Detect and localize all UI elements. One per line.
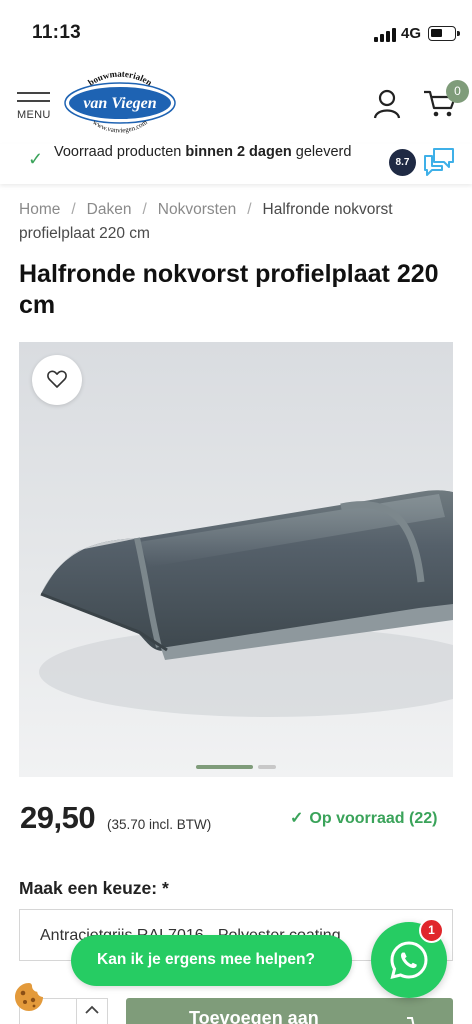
battery-icon [428,26,460,41]
menu-button[interactable]: MENU [17,92,51,124]
variant-label: Maak een keuze: * [19,878,169,898]
chat-prompt-text: Kan ik je ergens mee helpen? [97,951,315,968]
image-pager [19,765,453,769]
add-to-cart-button[interactable]: Toevoegen aan [126,998,453,1024]
pager-dot-active[interactable] [196,765,253,769]
breadcrumb-home[interactable]: Home [19,201,60,218]
ridge-cap-image [19,342,453,777]
rating-badge[interactable]: 8.7 [389,149,416,176]
signal-icon [374,28,398,42]
wishlist-button[interactable] [32,355,82,405]
price-incl-vat: (35.70 incl. BTW) [107,817,212,832]
logo-name: van Viegen [83,95,156,112]
breadcrumb: Home / Daken / Nokvorsten / Halfronde nokvorst… [19,201,393,242]
whatsapp-icon [390,941,428,980]
breadcrumb-daken[interactable]: Daken [87,201,132,218]
menu-label: MENU [17,109,51,121]
network-label: 4G [401,25,422,42]
status-time: 11:13 [32,22,82,43]
pager-dot[interactable] [258,765,276,769]
add-to-cart-label: Toevoegen aan [189,1008,319,1024]
product-image[interactable] [19,342,453,777]
user-icon[interactable] [371,88,403,120]
cart-count-badge: 0 [446,80,469,103]
cookie-icon[interactable] [12,980,46,1014]
stock-text: Op voorraad (22) [309,810,438,827]
price: 29,50 [20,800,96,835]
hamburger-icon [17,92,50,94]
logo[interactable]: bouwmaterialen van Viegen www.vanviegen.… [64,62,176,144]
chevron-up-icon[interactable] [84,1005,100,1015]
heart-icon [47,370,67,388]
page-title: Halfronde nokvorst profielplaat 220 cm [19,260,439,319]
check-icon: ✓ [290,810,304,827]
site-header: MENU bouwmaterialen van Viegen www.vanvi… [0,62,472,144]
stock-status: ✓ Op voorraad (22) [290,808,437,828]
check-icon: ✓ [28,149,44,169]
usp-text: Voorraad producten binnen 2 dagen geleve… [54,144,352,160]
usp-bar: ✓ Voorraad producten binnen 2 dagen gele… [0,144,472,184]
cart-icon [407,1017,415,1024]
chat-prompt-bubble[interactable]: Kan ik je ergens mee helpen? [71,935,352,986]
breadcrumb-nokvorsten[interactable]: Nokvorsten [158,201,236,218]
status-bar: 11:13 4G [0,0,472,62]
review-icon[interactable] [422,146,456,176]
whatsapp-badge: 1 [419,918,444,943]
